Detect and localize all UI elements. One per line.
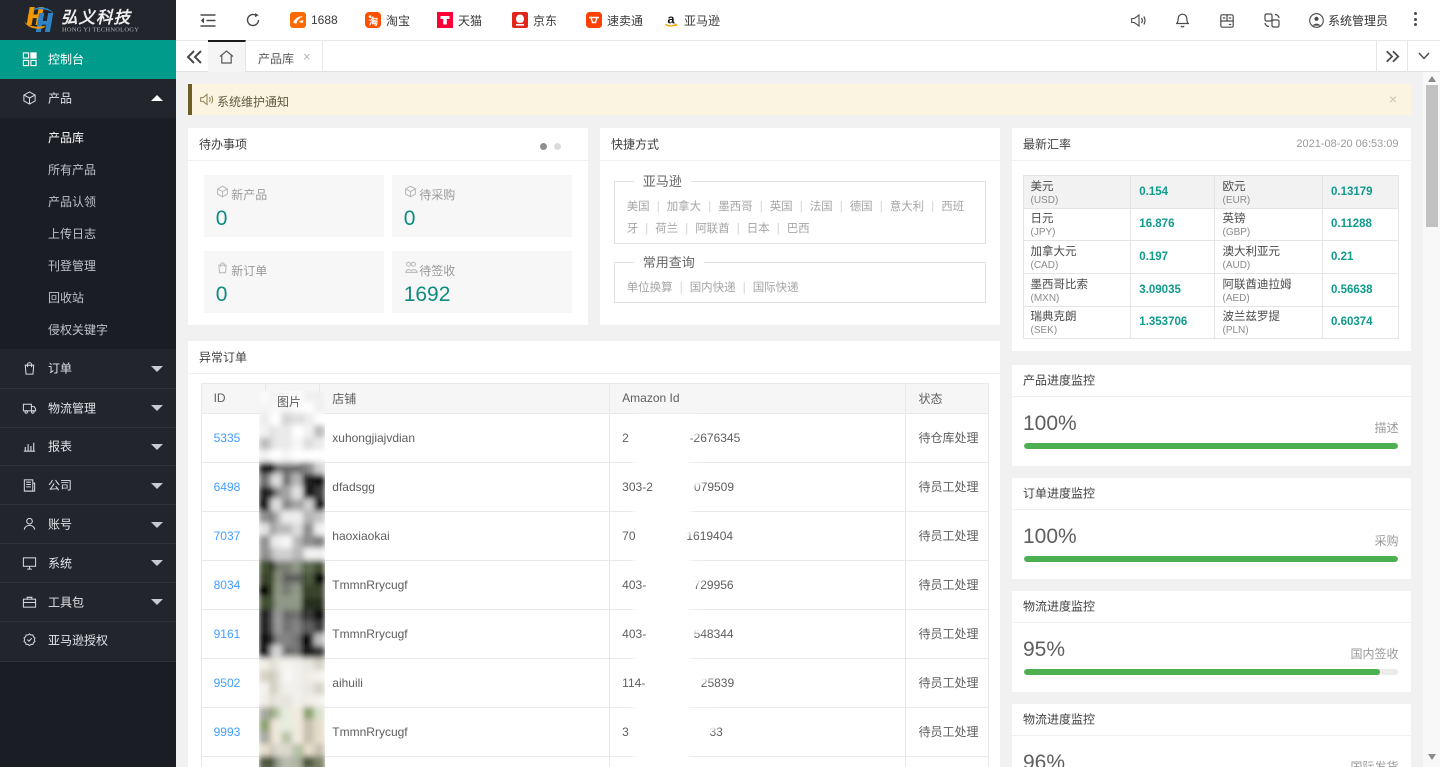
svg-text:HONG YI TECHNOLOGY: HONG YI TECHNOLOGY — [62, 27, 139, 34]
svg-text:弘义科技: 弘义科技 — [61, 8, 133, 27]
svg-text:a: a — [667, 12, 675, 27]
svg-text:淘: 淘 — [369, 16, 378, 27]
